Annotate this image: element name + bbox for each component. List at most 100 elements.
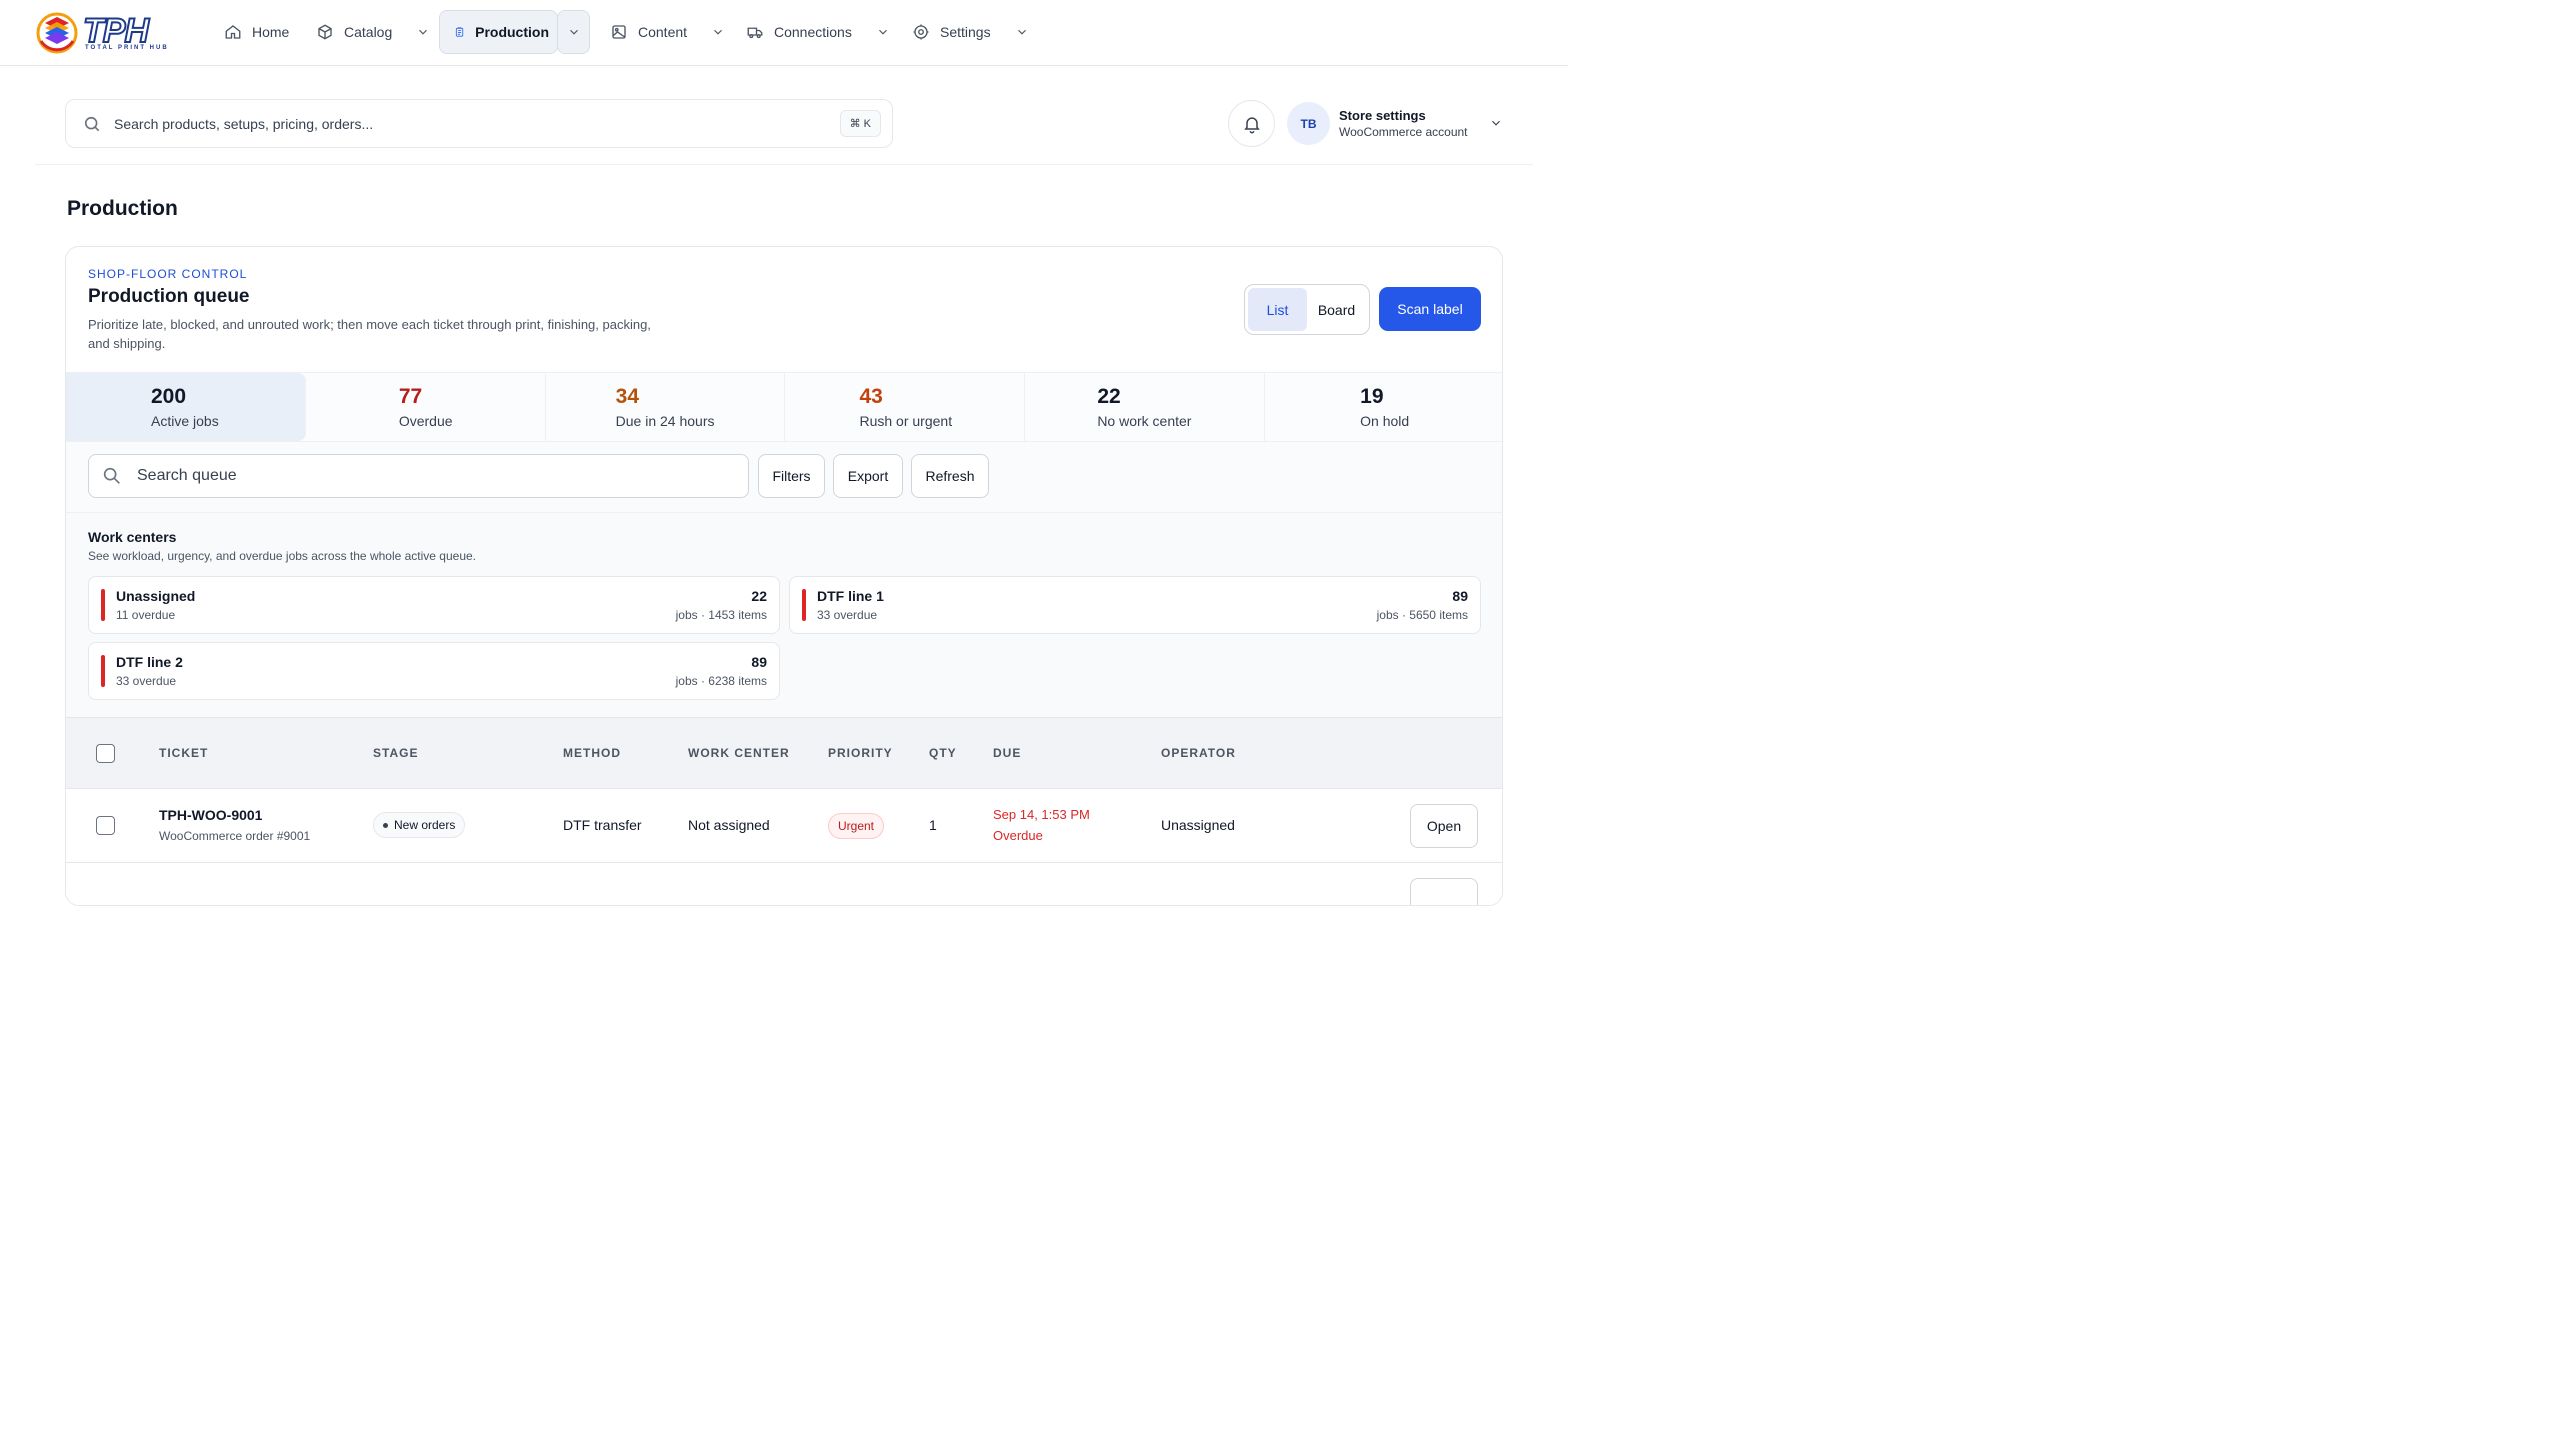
notifications-button[interactable] xyxy=(1228,100,1275,147)
work-center-cell: Not assigned xyxy=(688,817,770,833)
open-ticket-button[interactable]: Open xyxy=(1410,804,1478,848)
store-settings-title[interactable]: Store settings xyxy=(1339,108,1426,123)
nav-home-label: Home xyxy=(252,24,290,40)
overdue-indicator xyxy=(101,589,105,621)
search-icon xyxy=(103,467,120,484)
stage-label: New orders xyxy=(394,818,456,832)
nav-connections[interactable]: Connections xyxy=(738,10,898,54)
table-row[interactable] xyxy=(66,863,1502,905)
stat-label: On hold xyxy=(1360,413,1410,429)
select-all-checkbox[interactable] xyxy=(96,744,115,763)
work-center-name: Unassigned xyxy=(116,588,196,604)
stat-label: Overdue xyxy=(398,413,453,429)
work-center-overdue: 11 overdue xyxy=(116,608,176,622)
column-header-operator[interactable]: OPERATOR xyxy=(1161,746,1236,760)
nav-home[interactable]: Home xyxy=(216,10,297,54)
stat-active-jobs[interactable]: 200 Active jobs xyxy=(66,373,306,441)
column-header-ticket[interactable]: TICKET xyxy=(159,746,208,760)
work-center-card-dtf-line-1[interactable]: DTF line 1 33 overdue 89 jobs · 5650 ite… xyxy=(789,576,1481,634)
work-center-meta: jobs · 1453 items xyxy=(675,608,767,622)
nav-content[interactable]: Content xyxy=(602,10,733,54)
top-navigation: TPH TOTAL PRINT HUB Home Catalog Product… xyxy=(0,0,1568,66)
global-search[interactable]: Search products, setups, pricing, orders… xyxy=(65,99,893,148)
stat-value: 34 xyxy=(615,385,640,408)
avatar[interactable]: TB xyxy=(1287,102,1330,145)
stat-rush-urgent[interactable]: 43 Rush or urgent xyxy=(785,373,1026,441)
due-status: Overdue xyxy=(993,828,1043,843)
row-checkbox[interactable] xyxy=(96,816,115,835)
due-date: Sep 14, 1:53 PM xyxy=(993,807,1090,822)
page-title: Production xyxy=(67,197,178,220)
queue-description: Prioritize late, blocked, and unrouted w… xyxy=(88,317,651,351)
chevron-down-icon xyxy=(569,29,578,35)
stat-value: 200 xyxy=(151,385,187,408)
work-center-meta: jobs · 5650 items xyxy=(1376,608,1468,622)
filter-bar: Search queue Filters Export Refresh xyxy=(66,442,1502,512)
brand-logo[interactable]: TPH TOTAL PRINT HUB xyxy=(35,11,167,55)
nav-production-menu-toggle[interactable] xyxy=(557,10,590,54)
clipboard-icon xyxy=(455,27,464,37)
stat-label: No work center xyxy=(1097,413,1192,429)
divider xyxy=(35,164,1533,165)
stat-due-24h[interactable]: 34 Due in 24 hours xyxy=(546,373,786,441)
filters-button[interactable]: Filters xyxy=(758,454,825,498)
stats-row: 200 Active jobs 77 Overdue 34 Due in 24 … xyxy=(66,372,1502,442)
view-board-button[interactable]: Board xyxy=(1307,288,1366,331)
work-centers-panel: Work centers See workload, urgency, and … xyxy=(66,512,1502,717)
chevron-down-icon[interactable] xyxy=(711,25,725,39)
nav-settings-label: Settings xyxy=(940,24,991,40)
refresh-button[interactable]: Refresh xyxy=(911,454,989,498)
chevron-down-icon[interactable] xyxy=(1015,25,1029,39)
export-button[interactable]: Export xyxy=(833,454,903,498)
stage-badge: New orders xyxy=(373,812,466,838)
column-header-due[interactable]: DUE xyxy=(993,746,1021,760)
qty-cell: 1 xyxy=(929,817,937,833)
nav-production-label: Production xyxy=(475,24,549,40)
stat-overdue[interactable]: 77 Overdue xyxy=(306,373,546,441)
status-dot-icon xyxy=(383,822,388,828)
queue-search-placeholder: Search queue xyxy=(137,467,237,484)
work-center-jobs: 89 xyxy=(751,654,767,670)
open-ticket-button[interactable] xyxy=(1410,878,1478,905)
ticket-id[interactable]: TPH-WOO-9001 xyxy=(159,807,262,823)
column-header-work-center[interactable]: WORK CENTER xyxy=(688,746,790,760)
nav-settings[interactable]: Settings xyxy=(904,10,1037,54)
queue-title: Production queue xyxy=(88,286,250,307)
queue-search-input[interactable]: Search queue xyxy=(88,454,749,498)
nav-production[interactable]: Production xyxy=(439,10,558,54)
operator-cell: Unassigned xyxy=(1161,817,1235,833)
column-header-qty[interactable]: QTY xyxy=(929,746,957,760)
table-row[interactable]: TPH-WOO-9001 WooCommerce order #9001 New… xyxy=(66,789,1502,863)
view-list-button[interactable]: List xyxy=(1248,288,1307,331)
scan-label-button[interactable]: Scan label xyxy=(1379,287,1481,331)
work-center-card-dtf-line-2[interactable]: DTF line 2 33 overdue 89 jobs · 6238 ite… xyxy=(88,642,780,700)
chevron-down-icon[interactable] xyxy=(1489,116,1503,130)
stat-no-work-center[interactable]: 22 No work center xyxy=(1025,373,1266,441)
work-center-card-unassigned[interactable]: Unassigned 11 overdue 22 jobs · 1453 ite… xyxy=(88,576,780,634)
global-search-placeholder[interactable]: Search products, setups, pricing, orders… xyxy=(114,116,373,132)
work-center-name: DTF line 2 xyxy=(116,654,183,670)
work-center-meta: jobs · 6238 items xyxy=(675,674,767,688)
store-settings-subtitle: WooCommerce account xyxy=(1339,125,1468,139)
work-centers-title: Work centers xyxy=(88,529,177,545)
column-header-priority[interactable]: PRIORITY xyxy=(828,746,893,760)
view-toggle: List Board xyxy=(1244,284,1370,335)
bell-icon xyxy=(1243,116,1260,133)
box-icon xyxy=(318,24,332,40)
section-eyebrow: SHOP-FLOOR CONTROL xyxy=(88,267,248,281)
column-header-method[interactable]: METHOD xyxy=(563,746,621,760)
stat-label: Rush or urgent xyxy=(859,413,953,429)
stat-value: 22 xyxy=(1097,385,1121,408)
column-header-stage[interactable]: STAGE xyxy=(373,746,418,760)
work-center-overdue: 33 overdue xyxy=(116,674,177,688)
work-center-jobs: 89 xyxy=(1452,588,1468,604)
table-header: TICKET STAGE METHOD WORK CENTER PRIORITY… xyxy=(66,717,1502,789)
chevron-down-icon[interactable] xyxy=(876,25,890,39)
work-center-jobs: 22 xyxy=(751,588,767,604)
overdue-indicator xyxy=(101,655,105,687)
nav-content-label: Content xyxy=(638,24,688,40)
nav-catalog[interactable]: Catalog xyxy=(308,10,438,54)
chevron-down-icon[interactable] xyxy=(416,25,430,39)
stat-on-hold[interactable]: 19 On hold xyxy=(1265,373,1502,441)
stat-value: 43 xyxy=(859,385,883,408)
